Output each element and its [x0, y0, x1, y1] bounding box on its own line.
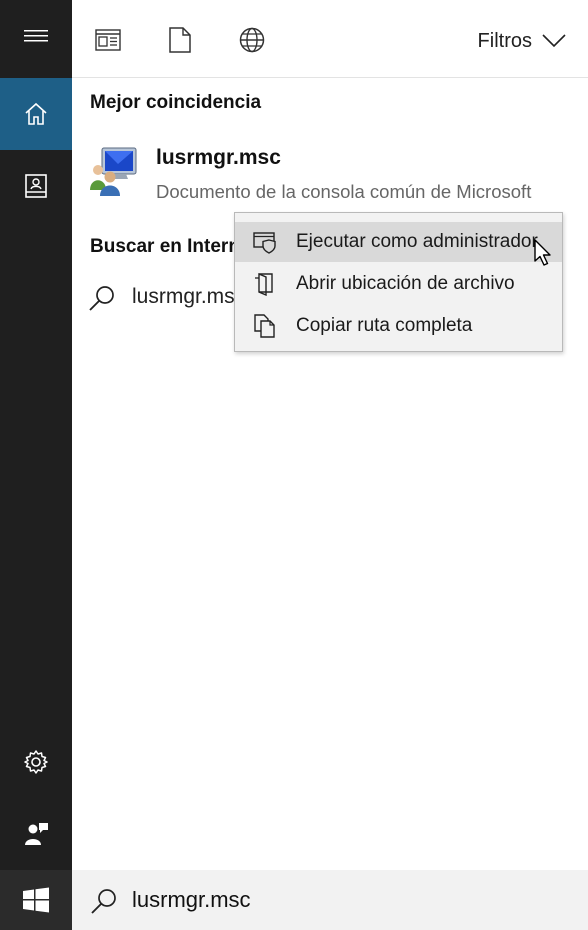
feedback-icon: [25, 823, 48, 845]
filter-toolbar: Filtros: [72, 0, 588, 78]
best-match-subtitle: Documento de la consola común de Microso…: [156, 181, 532, 202]
best-match-heading: Mejor coincidencia: [90, 92, 262, 113]
filters-dropdown[interactable]: Filtros: [478, 28, 566, 54]
run-as-admin-label: Ejecutar como administrador: [296, 231, 538, 252]
search-box[interactable]: lusrmgr.msc: [72, 870, 588, 930]
apps-filter-button[interactable]: [92, 24, 124, 56]
web-filter-button[interactable]: [236, 24, 268, 56]
settings-icon: [24, 750, 48, 774]
copy-full-path-label: Copiar ruta completa: [296, 315, 473, 336]
web-icon: [239, 27, 265, 53]
settings-button[interactable]: [0, 726, 72, 798]
shield-icon: [253, 232, 276, 254]
notebook-button[interactable]: [0, 150, 72, 222]
left-rail: [0, 0, 72, 930]
users-console-icon: [90, 147, 137, 196]
context-menu: Ejecutar como administrador Abrir ubicac…: [234, 212, 563, 352]
search-input[interactable]: lusrmgr.msc: [132, 887, 251, 913]
chevron-down-icon: [542, 34, 566, 48]
copy-icon: [254, 314, 275, 338]
copy-full-path-menu-item[interactable]: Copiar ruta completa: [235, 306, 562, 346]
web-search-heading: Buscar en Intern: [90, 236, 240, 257]
apps-icon: [95, 29, 121, 51]
open-file-location-label: Abrir ubicación de archivo: [296, 273, 515, 294]
open-file-location-menu-item[interactable]: Abrir ubicación de archivo: [235, 264, 562, 304]
windows-logo-icon: [23, 887, 49, 913]
start-search-window: Filtros Mejor coincidencia lusrmgr.msc D…: [0, 0, 588, 930]
best-match-title: lusrmgr.msc: [156, 146, 281, 169]
documents-filter-button[interactable]: [164, 24, 196, 56]
documents-icon: [169, 27, 191, 53]
folder-open-icon: [255, 272, 273, 296]
notebook-icon: [25, 174, 47, 198]
search-icon: [89, 286, 114, 311]
search-icon: [91, 889, 116, 914]
mouse-cursor-icon: [534, 239, 551, 266]
start-button[interactable]: [0, 870, 72, 930]
run-as-admin-menu-item[interactable]: Ejecutar como administrador: [235, 222, 562, 262]
hamburger-menu-button[interactable]: [0, 0, 72, 72]
feedback-button[interactable]: [0, 798, 72, 870]
home-icon: [25, 102, 47, 125]
hamburger-icon: [24, 30, 48, 42]
web-search-query: lusrmgr.ms: [132, 285, 235, 308]
filters-label: Filtros: [477, 29, 532, 52]
home-button[interactable]: [0, 78, 72, 150]
